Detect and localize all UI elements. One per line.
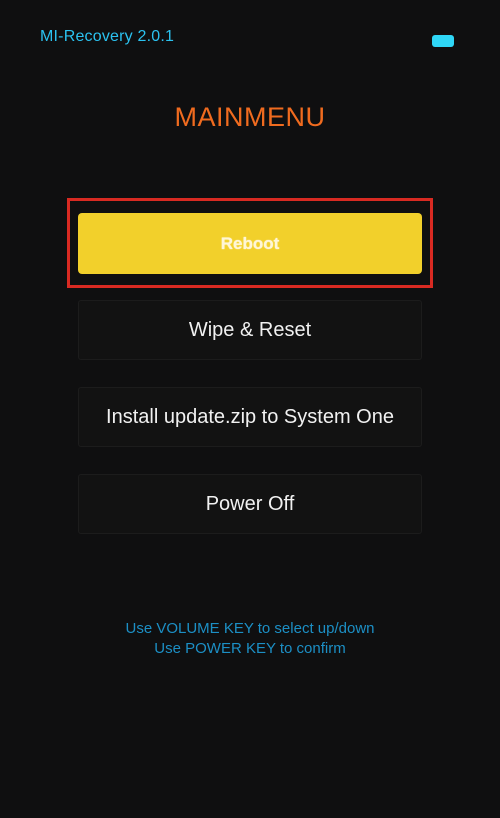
wipe-reset-button[interactable]: Wipe & Reset <box>78 300 422 360</box>
page-title: MAINMENU <box>174 102 326 132</box>
wipe-reset-label: Wipe & Reset <box>188 318 312 341</box>
power-off-label: Power Off <box>205 492 295 515</box>
power-off-button[interactable]: Power Off <box>78 474 422 534</box>
reboot-button[interactable]: Reboot <box>78 213 422 274</box>
reboot-label: Reboot <box>220 233 280 253</box>
hint-power-key: Use POWER KEY to confirm <box>154 640 346 657</box>
status-bar: MI-Recovery 2.0.1 <box>0 0 500 70</box>
version-label: MI-Recovery 2.0.1 <box>40 28 175 45</box>
recovery-screen: MI-Recovery 2.0.1 MAINMENU Reboot Wipe &… <box>0 0 500 818</box>
install-update-button[interactable]: Install update.zip to System One <box>78 387 422 447</box>
hint-volume-key: Use VOLUME KEY to select up/down <box>125 620 375 637</box>
battery-icon <box>432 35 454 47</box>
install-update-label: Install update.zip to System One <box>106 405 394 428</box>
